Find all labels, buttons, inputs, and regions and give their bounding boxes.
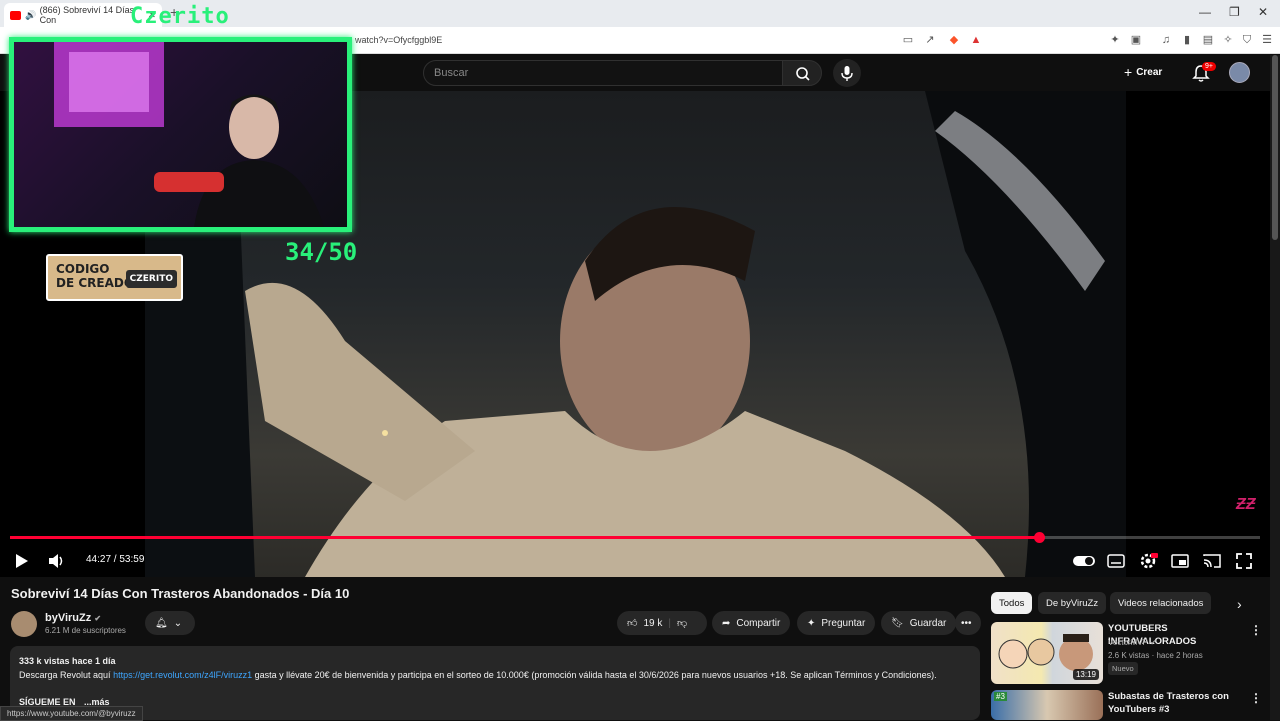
screenshot-icon[interactable]: ▣ (1130, 34, 1142, 46)
cast-icon[interactable] (1202, 551, 1222, 571)
ask-label: Preguntar (821, 617, 866, 629)
description-meta: 333 k vistas hace 1 día (19, 656, 116, 666)
bell-icon: 🔔︎ (155, 617, 168, 629)
search-input[interactable]: Buscar (423, 60, 783, 86)
url-text[interactable]: watch?v=Ofycfggbl9E (355, 35, 442, 45)
share-page-icon[interactable]: ↗ (924, 34, 936, 46)
like-icon[interactable]: 👍︎ (627, 617, 637, 629)
share-icon: ➦ (722, 617, 731, 629)
autoplay-toggle-icon[interactable] (1072, 551, 1096, 571)
creator-code-tag: CZERITO (125, 270, 177, 288)
fullscreen-icon[interactable] (1234, 551, 1254, 571)
brave-shield-icon[interactable]: ◆ (948, 34, 960, 46)
create-button[interactable]: + Crear (1124, 64, 1162, 80)
new-badge: Nuevo (1108, 662, 1138, 675)
rec-channel-name[interactable]: VectorMVP (1108, 638, 1148, 647)
page-scrollbar[interactable] (1270, 55, 1280, 720)
streamer-webcam (9, 37, 352, 232)
subtitles-icon[interactable] (1106, 551, 1126, 571)
ask-button[interactable]: ✦ Preguntar (797, 611, 876, 635)
description-line: Descarga Revolut aquí https://get.revolu… (19, 668, 971, 682)
description-box[interactable]: 333 k vistas hace 1 día Descarga Revolut… (10, 646, 980, 720)
time-display: 44:27 / 53:59 (86, 554, 145, 565)
video-title: Sobreviví 14 Días Con Trasteros Abandona… (11, 586, 350, 601)
voice-search-button[interactable] (833, 59, 861, 87)
like-dislike-group: 👍︎ 19 k | 👎︎ (617, 611, 707, 635)
progress-scrubber[interactable] (1033, 532, 1045, 543)
rec-thumbnail[interactable]: #3 (991, 690, 1103, 720)
rec-channel: VectorMVP ✔ (1108, 638, 1157, 647)
leo-ai-icon[interactable]: ✧ (1222, 34, 1234, 46)
share-button[interactable]: ➦ Compartir (712, 611, 791, 635)
wallet-icon[interactable]: ▤ (1202, 34, 1214, 46)
more-actions-button[interactable]: ••• (955, 611, 981, 635)
rec-number-badge: #3 (994, 692, 1007, 701)
channel-name-text: byViruZz (45, 612, 92, 624)
revolut-link[interactable]: https://get.revolut.com/z4lF/viruzz1 (113, 670, 252, 680)
overlay-counter: 34/50 (285, 238, 358, 266)
chevron-down-icon: ⌄ (173, 617, 183, 629)
media-icon[interactable]: ♫ (1160, 34, 1172, 46)
extensions-icon[interactable]: ✦ (1109, 34, 1121, 46)
scrollbar-thumb[interactable] (1272, 55, 1278, 240)
play-icon[interactable] (11, 551, 31, 571)
creator-code-badge: CODIGO DE CREADOR CZERITO (46, 254, 183, 301)
rec-title[interactable]: Subastas de Trasteros con YouTubers #3 (1108, 690, 1246, 716)
overlay-streamer-name: Czerito (130, 4, 230, 29)
close-window-icon[interactable]: ✕ (1258, 5, 1268, 19)
miniplayer-icon[interactable] (1170, 551, 1190, 571)
sidebar-icon[interactable]: ▮ (1181, 34, 1193, 46)
verified-icon: ✔ (1150, 638, 1157, 647)
subscription-bell-button[interactable]: 🔔︎ ⌄ (145, 611, 195, 635)
chip-videos-relacionados[interactable]: Videos relacionados (1110, 592, 1212, 614)
chip-todos[interactable]: Todos (991, 592, 1033, 614)
youtube-favicon-icon (10, 10, 22, 20)
status-bar-url: https://www.youtube.com/@byviruzz (0, 706, 143, 721)
webcam-scene (54, 42, 324, 227)
vpn-icon[interactable]: ⛉ (1241, 34, 1253, 46)
progress-bar[interactable] (10, 532, 1260, 543)
notification-badge: 9+ (1202, 62, 1216, 71)
search-icon (796, 67, 810, 81)
more-vertical-icon[interactable]: ⋮ (1250, 691, 1262, 705)
verified-icon: ✔ (94, 614, 102, 623)
bookmark-icon: 🔖︎ (891, 617, 904, 629)
channel-avatar[interactable] (11, 611, 37, 637)
install-app-icon[interactable]: ▭ (902, 34, 914, 46)
subscriber-count: 6.21 M de suscriptores (45, 626, 126, 635)
channel-watermark: ƵƵ (1236, 496, 1256, 513)
menu-icon[interactable]: ☰ (1261, 34, 1273, 46)
save-label: Guardar (909, 617, 947, 629)
speaker-icon: 🔊 (25, 9, 37, 20)
rec-duration: 13:19 (1072, 669, 1099, 680)
progress-fill (10, 536, 1039, 539)
microphone-icon (841, 66, 853, 81)
user-avatar[interactable] (1229, 62, 1250, 83)
chip-de-byviruzz[interactable]: De byViruZz (1038, 592, 1107, 614)
maximize-icon[interactable]: ❐ (1229, 5, 1240, 19)
like-count[interactable]: 19 k (643, 618, 662, 629)
save-button[interactable]: 🔖︎ Guardar (881, 611, 957, 635)
brave-rewards-icon[interactable]: ▲ (970, 34, 982, 46)
channel-name[interactable]: byViruZz ✔ (45, 612, 101, 624)
divider: | (668, 617, 671, 629)
minimize-icon[interactable]: — (1199, 5, 1211, 19)
sparkle-icon: ✦ (807, 617, 816, 629)
description-suffix: gasta y llévate 20€ de bienvenida y part… (252, 670, 937, 680)
create-label: Crear (1136, 66, 1163, 78)
plus-icon: + (1124, 64, 1133, 80)
settings-gear-icon[interactable] (1138, 551, 1158, 571)
share-label: Compartir (736, 617, 781, 629)
description-prefix: Descarga Revolut aquí (19, 670, 114, 680)
search-button[interactable] (782, 60, 822, 86)
volume-icon[interactable] (46, 551, 66, 571)
more-horizontal-icon: ••• (961, 617, 972, 629)
description-follow-line: SÍGUEME EN ...más (19, 695, 971, 709)
chevron-right-icon[interactable]: › (1237, 596, 1242, 612)
rec-meta: 2.6 K vistas · hace 2 horas (1108, 651, 1203, 660)
dislike-icon[interactable]: 👎︎ (677, 617, 687, 629)
more-vertical-icon[interactable]: ⋮ (1250, 623, 1262, 637)
rec-thumbnail[interactable]: 13:19 (991, 622, 1103, 684)
player-controls: 44:27 / 53:59 (0, 546, 1270, 576)
